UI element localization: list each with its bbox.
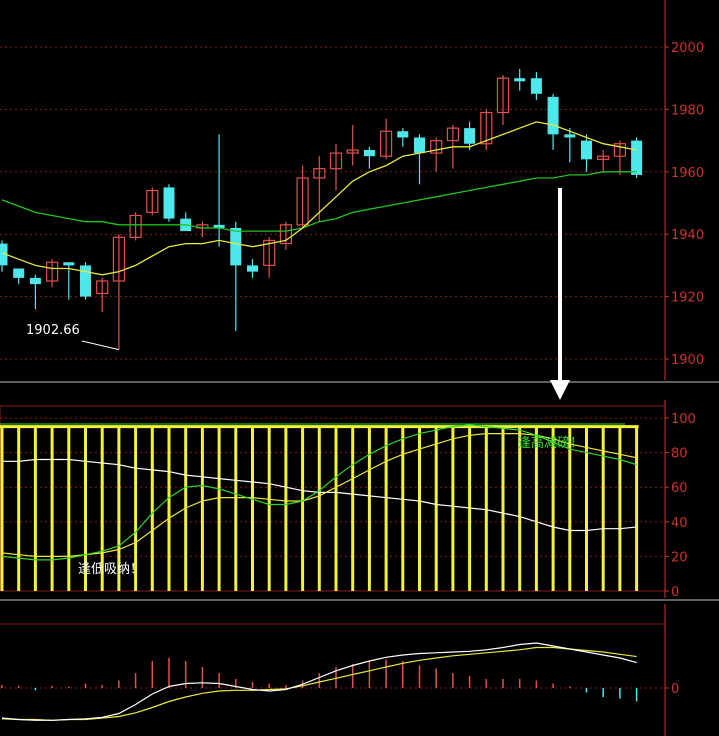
candle: [0, 240, 8, 272]
candle: [247, 259, 258, 278]
candle: [45, 259, 59, 288]
candle: [213, 134, 225, 247]
y-tick-label: 60: [671, 481, 688, 496]
candle: [496, 75, 510, 125]
y-tick-label: 1940: [671, 228, 704, 243]
candle-body: [631, 140, 643, 175]
candle: [329, 143, 343, 191]
candle-body: [581, 140, 592, 160]
y-tick-label: 80: [671, 447, 688, 462]
candle: [80, 262, 91, 300]
candle: [414, 134, 425, 185]
candle: [430, 137, 443, 172]
candle: [547, 93, 559, 150]
candle-body: [163, 187, 175, 219]
candle: [480, 109, 493, 150]
candle: [530, 71, 542, 101]
candle: [397, 128, 409, 147]
candle-body: [414, 137, 425, 154]
low-price-pointer: [81, 340, 120, 351]
candle-body: [80, 265, 91, 297]
low-price-annotation: 1902.66: [26, 323, 120, 351]
candle: [163, 184, 175, 222]
candle: [96, 277, 109, 313]
y-tick-label: 1960: [671, 166, 704, 181]
candle: [112, 234, 126, 350]
candle: [597, 149, 610, 172]
candle: [13, 268, 25, 285]
candle-body: [564, 134, 576, 138]
candle: [346, 125, 359, 166]
candle-body: [29, 277, 41, 285]
y-tick-label: 2000: [671, 41, 704, 56]
candle-body: [363, 149, 375, 157]
candle-body: [530, 78, 542, 94]
candle-body: [397, 131, 409, 138]
kdj-sell-signal-label: 逢高减磅！: [518, 435, 583, 451]
candle-body: [464, 128, 476, 144]
candle: [363, 146, 375, 169]
down-arrow: [550, 188, 570, 400]
kdj-buy-signal-label: 逢低吸纳！: [78, 562, 143, 577]
price-panel[interactable]: 2000 1980 1960 1940 1920 1900: [0, 0, 704, 380]
low-price-label: 1902.66: [26, 323, 80, 338]
y-tick-label: 0: [671, 585, 679, 600]
candle-body: [13, 268, 25, 278]
candle: [180, 212, 192, 232]
y-tick-label: 40: [671, 516, 688, 531]
candle-body: [63, 262, 75, 266]
y-tick-label: 20: [671, 550, 688, 565]
macd-panel[interactable]: 0: [0, 604, 679, 736]
stock-chart: 200019801960194019201900 100806040200 0 …: [0, 0, 719, 736]
candle: [279, 221, 292, 250]
y-tick-label: 1980: [671, 103, 704, 118]
candle: [581, 134, 592, 172]
candle: [29, 274, 41, 310]
y-tick-label: 100: [671, 412, 696, 427]
candle: [129, 212, 142, 241]
arrow-head: [550, 380, 570, 400]
candle-body: [514, 78, 526, 82]
candle: [514, 68, 526, 91]
candle: [146, 187, 159, 216]
candle: [380, 118, 393, 160]
candle: [296, 165, 309, 228]
y-tick-label: 1900: [671, 353, 704, 368]
candle-body: [230, 227, 242, 266]
y-tick-label: 1920: [671, 291, 704, 306]
candle-body: [547, 96, 559, 135]
candle: [196, 221, 209, 238]
candle: [230, 221, 242, 331]
y-tick-label: 0: [671, 682, 679, 697]
candle-body: [247, 265, 258, 272]
